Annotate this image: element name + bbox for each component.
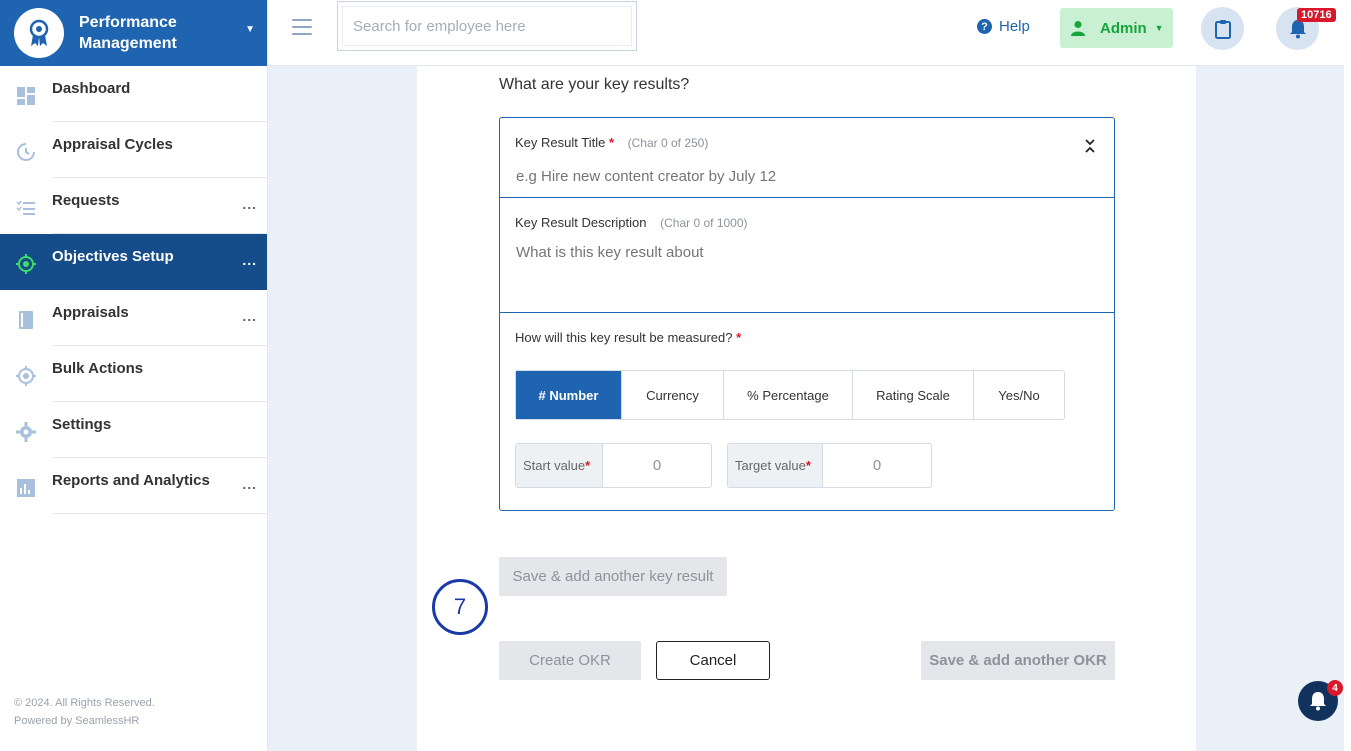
brand-header[interactable]: Performance Management ▼ (0, 0, 267, 66)
help-label: Help (999, 18, 1030, 35)
powered-by-text: Powered by SeamlessHR (14, 715, 140, 727)
measure-label-row: How will this key result be measured? * (515, 330, 741, 345)
app-title: Performance Management (79, 14, 177, 52)
measure-type-selector: # Number Currency % Percentage Rating Sc… (515, 370, 1065, 420)
dashboard-icon (17, 87, 35, 105)
save-add-okr-button[interactable]: Save & add another OKR (921, 641, 1115, 680)
sidebar-item-appraisals[interactable]: Appraisals ... (0, 290, 267, 346)
gear-icon (16, 422, 36, 442)
admin-label: Admin (1100, 19, 1147, 37)
user-icon (1071, 21, 1085, 36)
sidebar-item-label: Requests (52, 192, 120, 209)
start-value-input[interactable]: 0 (603, 444, 711, 487)
collapse-icon[interactable] (1084, 138, 1096, 154)
bell-icon (1310, 692, 1326, 711)
required-mark: * (585, 458, 591, 473)
copyright-text: © 2024. All Rights Reserved. (14, 697, 155, 709)
measure-option-yes-no[interactable]: Yes/No (974, 371, 1064, 419)
chart-icon (17, 479, 35, 497)
sidebar-item-reports[interactable]: Reports and Analytics ... (0, 458, 267, 514)
target-icon (16, 254, 36, 274)
kr-desc-char-count: (Char 0 of 1000) (660, 216, 748, 230)
target-value-label: Target value * (728, 444, 823, 487)
sidebar-item-appraisal-cycles[interactable]: Appraisal Cycles (0, 122, 267, 178)
sidebar-item-bulk-actions[interactable]: Bulk Actions (0, 346, 267, 402)
sidebar-item-label: Appraisal Cycles (52, 136, 173, 153)
more-options-icon[interactable]: ... (242, 308, 257, 324)
measure-option-percentage[interactable]: % Percentage (724, 371, 853, 419)
required-mark: * (736, 330, 742, 345)
more-options-icon[interactable]: ... (242, 252, 257, 268)
caret-down-icon: ▼ (1154, 23, 1164, 33)
kr-description-field: Key Result Description (Char 0 of 1000) (500, 198, 1114, 313)
sidebar-item-label: Bulk Actions (52, 360, 144, 377)
crosshair-icon (16, 366, 36, 386)
kr-title-label-row: Key Result Title * (Char 0 of 250) (515, 135, 708, 150)
step-marker: 7 (432, 579, 488, 635)
book-icon (19, 311, 33, 329)
cycle-icon (17, 143, 35, 161)
sidebar-item-requests[interactable]: Requests ... (0, 178, 267, 234)
help-link[interactable]: ? Help (977, 18, 1030, 35)
clipboard-icon (1214, 19, 1231, 39)
sidebar-item-objectives-setup[interactable]: Objectives Setup ... (0, 234, 267, 290)
clipboard-button[interactable] (1201, 7, 1244, 50)
kr-title-char-count: (Char 0 of 250) (627, 136, 709, 150)
key-result-card: Key Result Title * (Char 0 of 250) Key R… (499, 117, 1115, 511)
start-value-group: Start value * 0 (515, 443, 712, 488)
kr-desc-label: Key Result Description (515, 215, 647, 230)
measure-option-number[interactable]: # Number (516, 371, 622, 419)
chevron-down-icon[interactable]: ▼ (245, 24, 255, 35)
kr-title-field: Key Result Title * (Char 0 of 250) (500, 118, 1114, 198)
search-container (337, 1, 637, 51)
sidebar-item-label: Appraisals (52, 304, 129, 321)
sidebar-item-label: Dashboard (52, 80, 131, 97)
topbar: ? Help Admin ▼ 10716 (268, 0, 1344, 66)
measure-option-currency[interactable]: Currency (622, 371, 724, 419)
start-value-label-text: Start value (523, 458, 586, 473)
kr-title-label: Key Result Title (515, 135, 606, 150)
list-icon (16, 200, 35, 215)
kr-description-input[interactable] (516, 244, 1076, 261)
question-icon: ? (977, 19, 992, 34)
notification-count-badge: 10716 (1297, 8, 1336, 22)
sidebar-item-dashboard[interactable]: Dashboard (0, 66, 267, 122)
sidebar-item-label: Objectives Setup (52, 248, 174, 265)
sidebar-item-settings[interactable]: Settings (0, 402, 267, 458)
required-mark: * (608, 135, 615, 150)
start-value-label: Start value * (516, 444, 603, 487)
award-logo-icon (14, 8, 64, 58)
sidebar-item-label: Settings (52, 416, 112, 433)
admin-dropdown-button[interactable]: Admin ▼ (1060, 8, 1173, 48)
target-value-label-text: Target value (735, 458, 806, 473)
kr-title-input[interactable] (516, 168, 1076, 185)
save-add-key-result-button[interactable]: Save & add another key result (499, 557, 727, 596)
target-value-group: Target value * 0 (727, 443, 932, 488)
hamburger-menu-icon[interactable] (292, 19, 312, 37)
floating-notification-badge: 4 (1327, 680, 1343, 696)
more-options-icon[interactable]: ... (242, 196, 257, 212)
create-okr-button[interactable]: Create OKR (499, 641, 641, 680)
sidebar: Performance Management ▼ Dashboard Appra… (0, 0, 268, 751)
sidebar-item-label: Reports and Analytics (52, 472, 210, 489)
search-input[interactable] (342, 6, 632, 46)
measure-option-rating-scale[interactable]: Rating Scale (853, 371, 974, 419)
measure-label: How will this key result be measured? (515, 330, 733, 345)
more-options-icon[interactable]: ... (242, 476, 257, 492)
cancel-button[interactable]: Cancel (656, 641, 770, 680)
required-mark: * (805, 458, 811, 473)
target-value-input[interactable]: 0 (823, 444, 931, 487)
page-edge (1344, 0, 1351, 751)
section-title: What are your key results? (499, 76, 690, 93)
kr-desc-label-row: Key Result Description (Char 0 of 1000) (515, 215, 748, 230)
divider (52, 513, 267, 514)
